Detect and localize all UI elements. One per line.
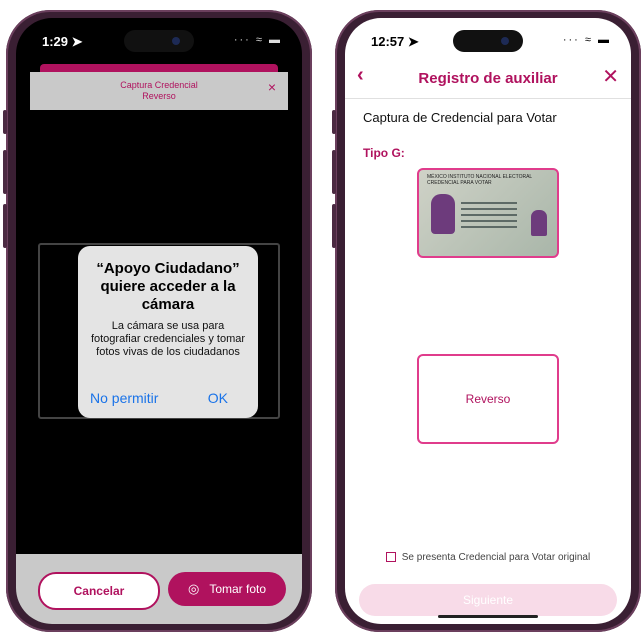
side-button	[3, 110, 7, 134]
capture-subtitle: Reverso	[142, 91, 176, 101]
dynamic-island	[453, 30, 523, 52]
side-button	[332, 110, 336, 134]
camera-dot-icon	[172, 37, 180, 45]
status-icons: ··· ≈ ▬	[233, 34, 282, 46]
side-button	[332, 204, 336, 248]
alert-message: La cámara se usa para fotografiar creden…	[90, 320, 246, 358]
next-button[interactable]: Siguiente	[359, 584, 617, 616]
permission-alert: “Apoyo Ciudadano” quiere acceder a la cá…	[78, 246, 258, 418]
register-screen: 12:57 ➤ ··· ≈ ▬ ‹ Registro de auxiliar ✕…	[345, 18, 631, 624]
card-header-text: MÉXICO INSTITUTO NACIONAL ELECTORAL CRED…	[427, 174, 533, 186]
take-photo-button[interactable]: ◎ Tomar foto	[168, 572, 286, 606]
side-button	[3, 150, 7, 194]
section-subtitle: Captura de Credencial para Votar	[363, 110, 557, 125]
left-phone: 1:29 ➤ ··· ≈ ▬ Captura Credencial Revers…	[3, 10, 312, 632]
status-time: 12:57 ➤	[371, 34, 419, 49]
photo-silhouette-small	[531, 210, 547, 236]
take-photo-label: Tomar foto	[209, 582, 267, 596]
camera-dot-icon	[501, 37, 509, 45]
dynamic-island	[124, 30, 194, 52]
checkbox-label: Se presenta Credencial para Votar origin…	[401, 552, 591, 563]
side-button	[3, 204, 7, 248]
divider	[345, 98, 631, 99]
camera-screen: 1:29 ➤ ··· ≈ ▬ Captura Credencial Revers…	[16, 18, 302, 624]
status-time: 1:29 ➤	[42, 34, 83, 49]
right-phone: 12:57 ➤ ··· ≈ ▬ ‹ Registro de auxiliar ✕…	[332, 10, 641, 632]
page-title: Registro de auxiliar	[418, 70, 558, 87]
cancel-button[interactable]: Cancelar	[38, 572, 160, 610]
reverse-capture-box[interactable]: Reverso	[417, 354, 559, 444]
ok-button[interactable]: OK	[208, 390, 228, 406]
bottom-bar: Cancelar ◎ Tomar foto	[16, 554, 302, 624]
camera-icon: ◎	[187, 581, 200, 596]
side-button	[332, 150, 336, 194]
original-credential-check[interactable]: Se presenta Credencial para Votar origin…	[345, 552, 631, 563]
close-icon[interactable]: ×	[268, 80, 276, 94]
close-icon[interactable]: ✕	[602, 64, 619, 89]
checkbox-icon[interactable]	[385, 552, 396, 563]
status-icons: ··· ≈ ▬	[562, 34, 611, 46]
card-type-label: Tipo G:	[363, 146, 405, 160]
nav-bar: ‹ Registro de auxiliar ✕	[345, 64, 631, 94]
credential-front-image[interactable]: MÉXICO INSTITUTO NACIONAL ELECTORAL CRED…	[417, 168, 559, 258]
header-accent-strip	[40, 64, 278, 72]
deny-button[interactable]: No permitir	[90, 390, 158, 406]
capture-header: Captura Credencial Reverso ×	[30, 72, 288, 110]
status-bar: 12:57 ➤ ··· ≈ ▬	[345, 18, 631, 62]
home-indicator	[438, 615, 538, 618]
status-bar: 1:29 ➤ ··· ≈ ▬	[16, 18, 302, 62]
alert-title: “Apoyo Ciudadano” quiere acceder a la cá…	[96, 260, 240, 313]
card-text-lines	[461, 198, 517, 232]
photo-silhouette	[431, 194, 455, 234]
alert-buttons: No permitir OK	[78, 390, 258, 410]
capture-title: Captura Credencial	[120, 80, 198, 90]
